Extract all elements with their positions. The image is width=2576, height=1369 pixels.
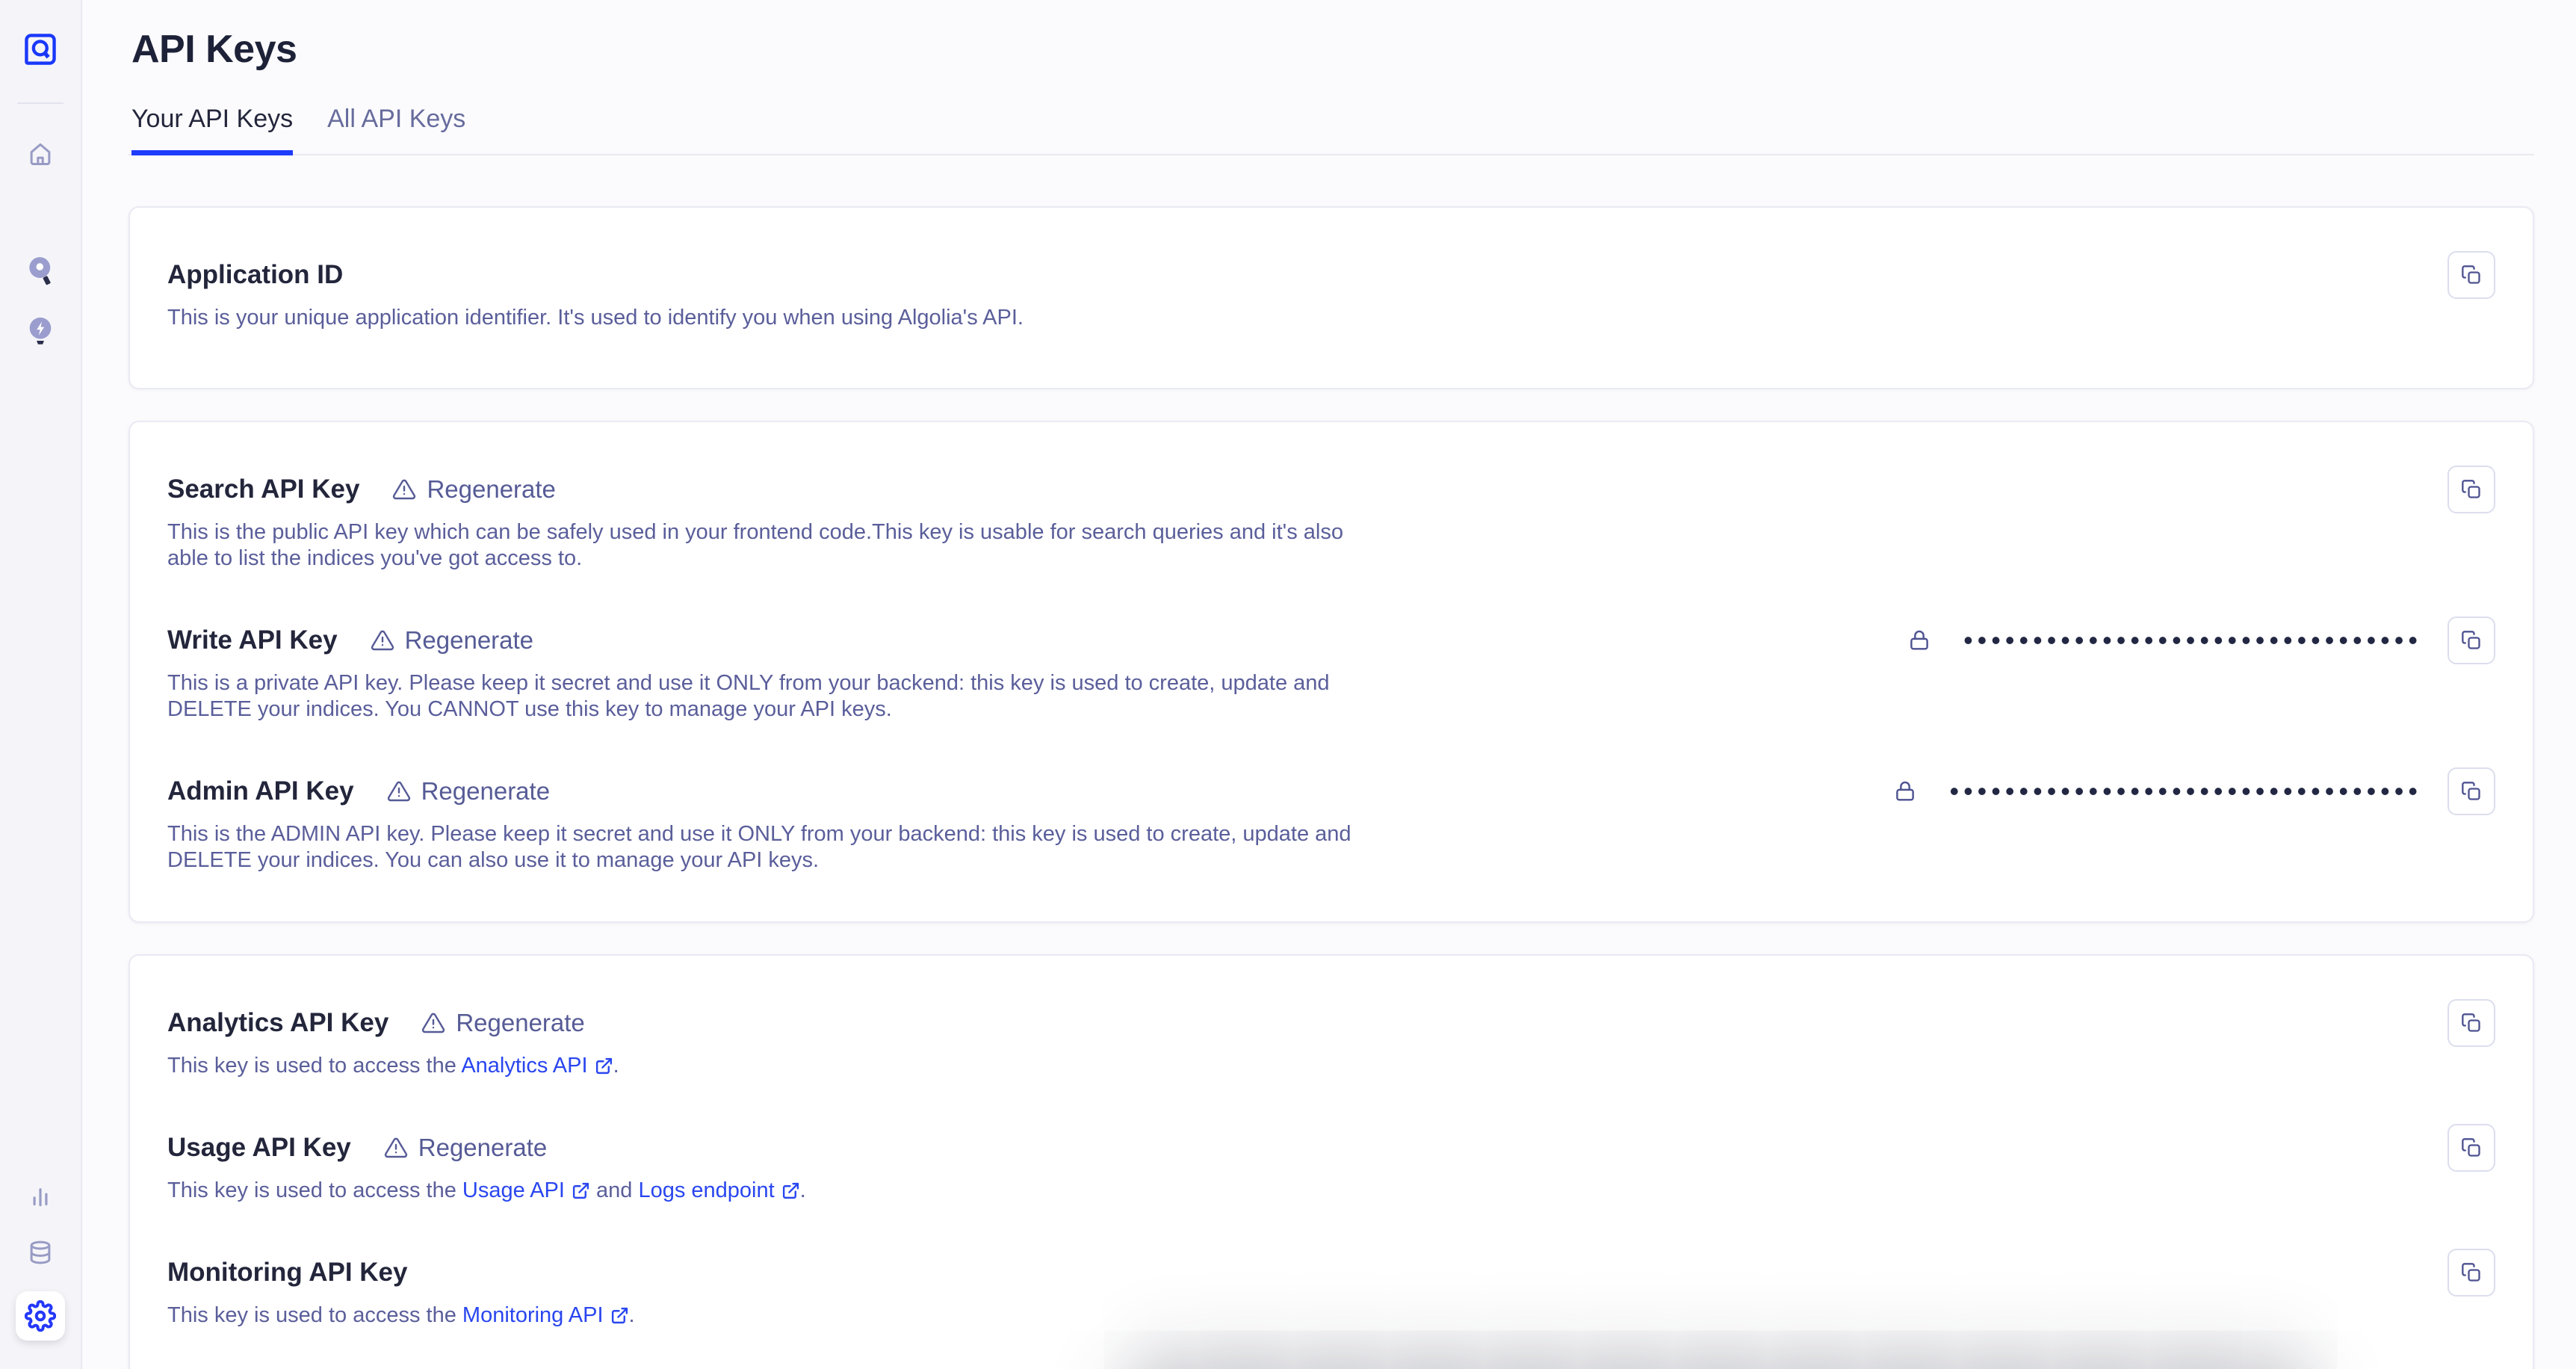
- copy-icon: [2461, 630, 2482, 651]
- home-icon: [26, 140, 55, 168]
- external-link-icon: [572, 1181, 590, 1200]
- copy-button[interactable]: [2447, 1124, 2495, 1172]
- sidebar-item-home[interactable]: [25, 139, 55, 169]
- masked-key-value: ••••••••••••••••••••••••••••••••••: [1949, 778, 2422, 805]
- bar-chart-icon: [26, 1183, 55, 1211]
- key-controls: •••••••••••••••••••••••••••••••••: [1907, 616, 2495, 664]
- tab-all-api-keys[interactable]: All API Keys: [327, 105, 465, 155]
- warning-icon: [387, 779, 411, 803]
- database-icon: [26, 1238, 55, 1267]
- api-keys-card: Analytics API Key Regenerate This key is u…: [129, 954, 2534, 1369]
- key-description: This is a private API key. Please keep i…: [167, 670, 1363, 723]
- api-key-row: Write API Key Regenerate This is a private…: [167, 624, 2495, 723]
- regenerate-label: Regenerate: [456, 1007, 584, 1039]
- warning-icon: [371, 628, 394, 652]
- copy-icon: [2461, 1013, 2482, 1033]
- regenerate-button[interactable]: Regenerate: [392, 473, 555, 506]
- copy-button[interactable]: [2447, 767, 2495, 815]
- api-key-row: Analytics API Key Regenerate This key is u…: [167, 1007, 2495, 1079]
- doc-link-analytics-api[interactable]: Analytics API: [461, 1054, 613, 1078]
- tab-your-api-keys[interactable]: Your API Keys: [131, 105, 293, 155]
- regenerate-button[interactable]: Regenerate: [421, 1007, 584, 1039]
- key-title: Analytics API Key: [167, 1007, 388, 1039]
- key-description: This is your unique application identifi…: [167, 305, 1024, 331]
- doc-link-usage-api[interactable]: Usage API: [462, 1178, 590, 1202]
- doc-link-logs-endpoint[interactable]: Logs endpoint: [638, 1178, 799, 1202]
- copy-icon: [2461, 1137, 2482, 1158]
- key-description: This key is used to access the Usage API…: [167, 1178, 806, 1204]
- key-title: Monitoring API Key: [167, 1256, 407, 1289]
- key-title: Admin API Key: [167, 775, 354, 808]
- sidebar-item-search[interactable]: [24, 254, 57, 288]
- regenerate-label: Regenerate: [418, 1131, 547, 1164]
- external-link-icon: [595, 1057, 613, 1075]
- key-title: Usage API Key: [167, 1131, 351, 1164]
- copy-button[interactable]: [2447, 999, 2495, 1047]
- key-controls: [2422, 466, 2495, 513]
- key-description: This key is used to access the Monitorin…: [167, 1302, 635, 1329]
- recommend-bulb-icon: [24, 314, 57, 348]
- copy-icon: [2461, 781, 2482, 802]
- algolia-logo[interactable]: [22, 30, 59, 69]
- copy-icon: [2461, 265, 2482, 285]
- regenerate-label: Regenerate: [427, 473, 555, 506]
- copy-icon: [2461, 479, 2482, 500]
- api-keys-card: Search API Key Regenerate This is the publ…: [129, 421, 2534, 923]
- key-title: Search API Key: [167, 473, 359, 506]
- key-description: This is the public API key which can be …: [167, 519, 1363, 572]
- page-title: API Keys: [131, 27, 2534, 72]
- key-title: Application ID: [167, 259, 343, 291]
- api-key-row: Monitoring API Key This key is used to ac…: [167, 1256, 2495, 1329]
- warning-icon: [392, 478, 416, 501]
- regenerate-button[interactable]: Regenerate: [384, 1131, 547, 1164]
- api-key-row: Usage API Key Regenerate This key is used …: [167, 1131, 2495, 1204]
- regenerate-button[interactable]: Regenerate: [387, 775, 550, 808]
- key-description: This is the ADMIN API key. Please keep i…: [167, 821, 1363, 874]
- sidebar-item-analytics[interactable]: [25, 1182, 55, 1212]
- external-link-icon: [781, 1181, 800, 1200]
- gear-icon: [25, 1300, 56, 1332]
- regenerate-label: Regenerate: [405, 624, 533, 657]
- warning-icon: [384, 1136, 408, 1160]
- masked-key-value: •••••••••••••••••••••••••••••••••: [1963, 627, 2422, 654]
- copy-button[interactable]: [2447, 616, 2495, 664]
- doc-link-monitoring-api[interactable]: Monitoring API: [462, 1303, 629, 1327]
- key-description: This key is used to access the Analytics…: [167, 1053, 619, 1079]
- key-controls: ••••••••••••••••••••••••••••••••••: [1892, 767, 2495, 815]
- algolia-logo-icon: [22, 31, 59, 68]
- key-controls: [2422, 1124, 2495, 1172]
- copy-icon: [2461, 1262, 2482, 1283]
- main-content: API Keys Your API Keys All API Keys Appli…: [84, 27, 2576, 1369]
- external-link-icon: [610, 1306, 629, 1325]
- regenerate-button[interactable]: Regenerate: [371, 624, 533, 657]
- regenerate-label: Regenerate: [421, 775, 550, 808]
- search-icon: [24, 254, 57, 288]
- tabs: Your API Keys All API Keys: [129, 105, 2534, 155]
- lock-icon: [1892, 779, 1918, 804]
- sidebar: [0, 0, 82, 1369]
- api-key-row: Search API Key Regenerate This is the publ…: [167, 473, 2495, 572]
- copy-button[interactable]: [2447, 466, 2495, 513]
- copy-button[interactable]: [2447, 251, 2495, 299]
- key-title: Write API Key: [167, 624, 338, 657]
- warning-icon: [421, 1011, 445, 1035]
- lock-icon: [1907, 628, 1932, 653]
- key-controls: [2422, 999, 2495, 1047]
- key-controls: [2422, 1249, 2495, 1297]
- api-key-cards: Application ID This is your unique applic…: [129, 206, 2534, 1369]
- sidebar-item-recommend[interactable]: [24, 314, 57, 348]
- api-keys-card: Application ID This is your unique applic…: [129, 206, 2534, 389]
- sidebar-divider: [17, 102, 64, 104]
- api-key-row: Application ID This is your unique applic…: [167, 259, 2495, 331]
- api-key-row: Admin API Key Regenerate This is the ADMIN…: [167, 775, 2495, 874]
- sidebar-item-settings[interactable]: [16, 1291, 65, 1341]
- key-controls: [2422, 251, 2495, 299]
- copy-button[interactable]: [2447, 1249, 2495, 1297]
- sidebar-item-data[interactable]: [25, 1237, 55, 1267]
